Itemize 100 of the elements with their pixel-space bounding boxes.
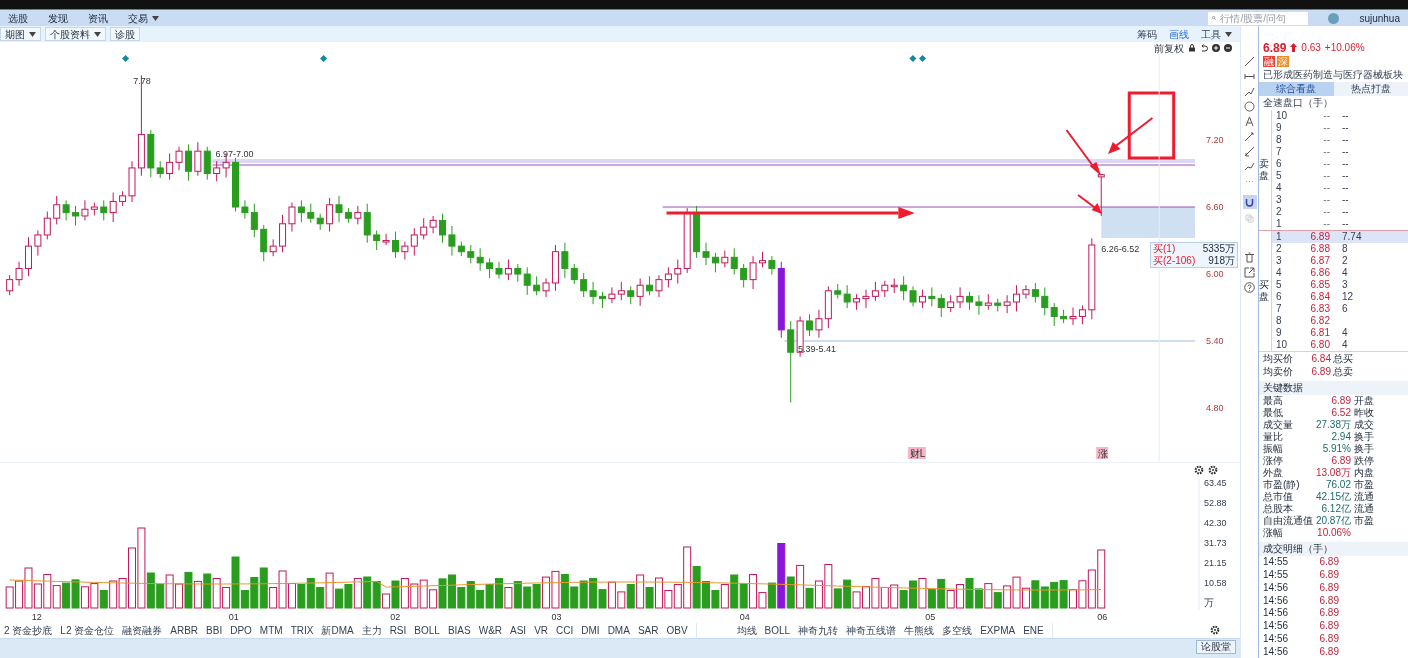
event-marker-icon[interactable] [919, 54, 927, 63]
settings-icon[interactable] [1210, 625, 1220, 635]
overlay-tab[interactable]: ENE [1023, 622, 1044, 638]
lock-icon[interactable] [1188, 44, 1196, 52]
indicator-tab[interactable]: ARBR [170, 622, 199, 638]
drawing-tool-icon[interactable] [1244, 101, 1255, 112]
order-volume: 6 [1342, 302, 1348, 315]
drawing-tool-icon[interactable] [1244, 146, 1255, 157]
zoom-out-icon[interactable] [1224, 44, 1232, 52]
order-level: 9 [1275, 326, 1283, 339]
zoom-in-icon[interactable] [1212, 44, 1220, 52]
date-axis-label: 05 [925, 612, 936, 622]
indicator-tab[interactable]: 融资融券 [122, 622, 163, 638]
event-marker-icon[interactable] [320, 54, 328, 63]
key-data-value: 6.89 [1330, 454, 1351, 467]
order-volume: -- [1342, 157, 1349, 170]
drawing-tool-icon[interactable] [1244, 56, 1255, 67]
event-marker-icon[interactable] [909, 54, 917, 63]
menu-item[interactable]: 发现 [48, 10, 68, 26]
indicator-tab[interactable]: SAR [637, 622, 659, 638]
order-level: 6 [1275, 290, 1283, 303]
settings-icon[interactable] [1208, 464, 1218, 475]
indicator-tab[interactable]: BIAS [447, 622, 471, 638]
order-volume: -- [1342, 109, 1349, 122]
event-label[interactable]: 财L [909, 448, 926, 459]
order-volume: 3 [1342, 278, 1348, 291]
panel-tab[interactable]: 综合看盘 [1259, 81, 1334, 96]
indicator-tab[interactable]: L2 资金仓位 [60, 622, 115, 638]
indicator-tab[interactable]: BBI [206, 622, 223, 638]
event-marker-icon[interactable] [122, 54, 130, 63]
trash-icon[interactable] [1244, 252, 1255, 263]
help-icon[interactable] [1244, 282, 1255, 293]
overlay-tab[interactable]: 神奇九转 [798, 622, 839, 638]
undo-icon[interactable] [1200, 44, 1208, 52]
average-extra: 总卖 [1333, 366, 1353, 379]
indicator-tab[interactable]: DMA [607, 622, 630, 638]
key-data-value: 10.06% [1316, 526, 1351, 539]
stock-tag: 深 [1277, 56, 1289, 68]
indicator-tab[interactable]: 2 资金抄底 [4, 622, 53, 638]
order-price: -- [1322, 217, 1330, 230]
menu-item[interactable]: 交易 [128, 10, 159, 26]
key-data-value: 6.52 [1330, 406, 1351, 419]
key-data-label: 最高 [1262, 394, 1284, 407]
toolbar-button[interactable]: 期图 [0, 27, 41, 41]
drawing-tool-icon[interactable] [1244, 71, 1255, 82]
share-icon[interactable] [1244, 267, 1255, 278]
average-extra: 总买 [1333, 353, 1353, 366]
indicator-tab[interactable]: TRIX [290, 622, 314, 638]
toolbar-tab[interactable]: 画线 [1169, 26, 1189, 42]
indicator-tab[interactable]: MTM [259, 622, 283, 638]
toolbar-tab[interactable]: 工具 [1201, 26, 1232, 42]
indicator-tab[interactable]: RSI [389, 622, 407, 638]
overlay-tab[interactable]: 均线 [736, 622, 757, 638]
menu-item[interactable]: 选股 [8, 10, 28, 26]
indicator-tab[interactable]: ASI [510, 622, 527, 638]
magnet-button[interactable] [1242, 195, 1257, 209]
order-level: 4 [1275, 181, 1283, 194]
indicator-tab[interactable]: W&R [478, 622, 503, 638]
overlay-tab[interactable]: 牛熊线 [904, 622, 935, 638]
drawing-tool-icon[interactable] [1244, 131, 1255, 142]
indicator-tab[interactable]: DPO [230, 622, 252, 638]
indicator-tab[interactable]: CCI [556, 622, 574, 638]
key-data-label: 开盘 [1354, 394, 1374, 407]
indicator-tab[interactable]: OBV [666, 622, 688, 638]
event-label[interactable]: 涨 [1098, 448, 1109, 459]
indicator-tab[interactable]: 新DMA [321, 622, 354, 638]
drawing-tool-icon[interactable] [1244, 161, 1255, 172]
price-change-percent: +10.06% [1324, 41, 1365, 55]
average-label: 均卖价 [1262, 366, 1294, 379]
price-range-label: 6.26-6.52 [1101, 244, 1140, 254]
overlay-tab[interactable]: BOLL [764, 622, 791, 638]
indicator-tab[interactable]: VR [534, 622, 549, 638]
order-price: -- [1322, 181, 1330, 194]
adjust-mode[interactable]: 前复权 [1154, 40, 1184, 56]
indicator-tab[interactable]: DMI [581, 622, 600, 638]
forum-button[interactable]: 论股堂 [1196, 640, 1236, 654]
date-axis-label: 03 [551, 612, 562, 622]
search-field[interactable]: 行情/股票/问句 [1208, 11, 1309, 25]
username[interactable]: sujunhua [1359, 10, 1400, 26]
trade-price: 6.89 [1318, 620, 1339, 633]
key-data-value: 6.12亿 [1320, 502, 1351, 515]
indicator-tab[interactable]: 主力 [361, 622, 382, 638]
panel-tab[interactable]: 热点打盘 [1333, 81, 1408, 96]
toolbar-tab[interactable]: 筹码 [1137, 26, 1157, 42]
toolbar-button[interactable]: 诊股 [110, 27, 140, 41]
order-volume: -- [1342, 145, 1349, 158]
order-price: -- [1322, 145, 1330, 158]
indicator-tab[interactable]: BOLL [414, 622, 440, 638]
order-volume: 2 [1342, 254, 1348, 267]
toolbar-button[interactable]: 个股资料 [45, 27, 106, 41]
overlay-tab[interactable]: 多空线 [942, 622, 973, 638]
key-data-label: 外盘 [1262, 466, 1284, 479]
key-data-label: 涨幅 [1262, 526, 1284, 539]
settings-icon[interactable] [1194, 464, 1204, 475]
drawing-tool-icon[interactable] [1244, 116, 1255, 127]
overlay-tab[interactable]: EXPMA [980, 622, 1016, 638]
menu-item[interactable]: 资讯 [88, 10, 108, 26]
average-value: 6.89 [1310, 366, 1331, 379]
drawing-tool-icon[interactable] [1244, 86, 1255, 97]
overlay-tab[interactable]: 神奇五线谱 [846, 622, 897, 638]
